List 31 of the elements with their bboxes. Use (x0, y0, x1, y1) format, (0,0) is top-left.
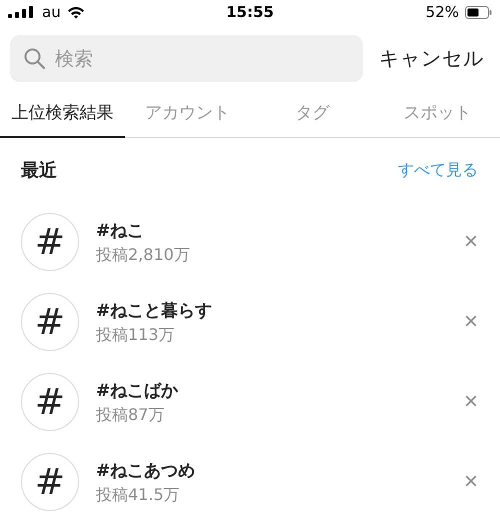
hashtag-name[interactable]: #ねこあつめ (96, 458, 447, 482)
remove-button[interactable]: × (464, 468, 478, 496)
section-title: 最近 (21, 159, 57, 182)
remove-button[interactable]: × (464, 388, 478, 416)
post-count: 投稿113万 (96, 324, 176, 346)
clock-time: 15:55 (226, 3, 274, 21)
hashtag-avatar: # (21, 373, 79, 431)
tab[interactable]: アカウント (125, 88, 250, 138)
hashtag-avatar: # (21, 213, 79, 271)
hashtag-name[interactable]: #ねこばか (96, 378, 447, 402)
hashtag-name[interactable]: #ねこ (96, 218, 447, 242)
tab[interactable]: 上位検索結果 (0, 88, 125, 138)
tab[interactable]: スポット (375, 88, 500, 138)
wifi-icon (66, 6, 85, 18)
post-count: 投稿2,810万 (96, 244, 191, 266)
battery-percent: 52% (426, 3, 459, 21)
hashtag-name[interactable]: #ねこと暮らす (96, 298, 447, 322)
see-all-link[interactable]: すべて見る (398, 160, 478, 180)
search-icon (24, 48, 45, 69)
hashtag-avatar: # (21, 293, 79, 351)
signal-icon (8, 6, 36, 18)
tab[interactable]: タグ (250, 88, 375, 138)
post-count: 投稿41.5万 (96, 484, 181, 506)
battery-icon (465, 6, 492, 18)
remove-button[interactable]: × (464, 228, 478, 256)
search-field[interactable]: 検索 (10, 35, 363, 82)
cancel-button[interactable]: キャンセル (379, 45, 484, 72)
hashtag-avatar: # (21, 453, 79, 511)
carrier-name: au (42, 3, 61, 21)
remove-button[interactable]: × (464, 308, 478, 336)
post-count: 投稿87万 (96, 404, 166, 426)
